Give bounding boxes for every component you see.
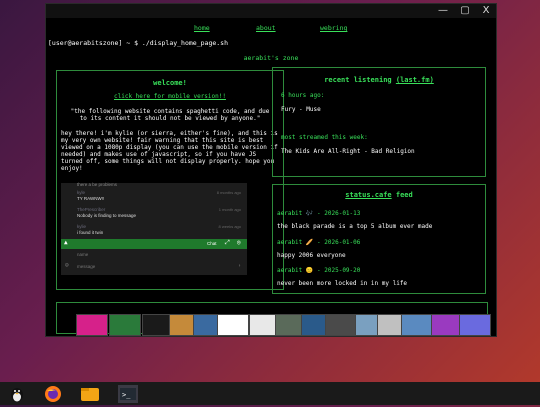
chat-time: 8 weeks ago	[218, 224, 241, 229]
status-cafe-link[interactable]: status.cafe	[345, 191, 391, 199]
send-icon[interactable]: ›	[238, 263, 241, 269]
welcome-panel: welcome! click here for mobile version!!…	[56, 70, 284, 290]
top-nav: home about webring	[46, 24, 496, 36]
status-emoji: 🎶	[305, 210, 314, 217]
expand-icon[interactable]: ⤢	[225, 239, 230, 247]
maximize-button[interactable]: ▢	[458, 5, 472, 17]
current-track: Fury - Muse	[281, 106, 321, 113]
status-date: - 2026-01-06	[317, 239, 361, 246]
badge-strip	[56, 302, 491, 336]
terminal-icon[interactable]: >_	[118, 385, 138, 403]
title-bar: — ▢ X	[46, 4, 496, 18]
chat-time: 1 month ago	[218, 207, 241, 212]
chat-name: kyle	[77, 190, 86, 195]
status-emoji: 🥖	[305, 239, 314, 246]
nav-webring-link[interactable]: webring	[320, 24, 347, 32]
status-feed-heading: feed	[391, 191, 413, 199]
intro-text: hey there! i'm kylie (or sierra, either'…	[61, 130, 278, 172]
recent-listening-panel: recent listening (last.fm) 6 hours ago: …	[272, 67, 486, 177]
chat-name-input[interactable]: name	[69, 251, 239, 260]
most-streamed-label: most streamed this week:	[281, 134, 368, 141]
badge-image[interactable]	[109, 314, 141, 336]
nav-home-link[interactable]: home	[194, 24, 210, 32]
status-entry: aerabit 🥖 - 2026-01-06	[277, 239, 360, 246]
status-text: never been more locked in in my life	[277, 280, 408, 287]
chat-name: ThePrescriber	[77, 207, 106, 212]
status-date: - 2025-09-20	[317, 267, 361, 274]
badge-image[interactable]	[401, 314, 433, 336]
warning-text: "the following website contains spaghett…	[70, 108, 270, 122]
chat-message: there a be problems	[77, 182, 118, 187]
firefox-icon[interactable]	[44, 385, 62, 403]
badge-image[interactable]	[459, 314, 491, 336]
badge-image[interactable]	[76, 314, 108, 336]
status-user: aerabit	[277, 239, 303, 246]
site-title: aerabit's zone	[243, 54, 299, 62]
lastfm-link[interactable]: (last.fm)	[396, 76, 434, 84]
settings-icon[interactable]: ◎	[237, 239, 241, 246]
status-entry: aerabit 🎶 - 2026-01-13	[277, 210, 360, 217]
welcome-heading: welcome!	[153, 79, 187, 87]
chat-message: Nobody is finding to message	[77, 213, 137, 218]
linux-icon[interactable]	[8, 385, 26, 403]
status-user: aerabit	[277, 210, 303, 217]
status-entry: aerabit 😑 - 2025-09-20	[277, 267, 360, 274]
chat-bar-label[interactable]: Chat	[207, 241, 217, 246]
smiley-icon[interactable]: ☺	[65, 262, 69, 269]
chat-toolbar: ▲ Chat ⤢ ◎	[61, 239, 247, 249]
status-feed-panel: status.cafe feed aerabit 🎶 - 2026-01-13 …	[272, 184, 486, 294]
chat-message-input[interactable]: ☺ message ›	[61, 262, 247, 272]
nav-about-link[interactable]: about	[256, 24, 276, 32]
chat-message: i found it twin	[77, 230, 104, 235]
chat-user-icon[interactable]: ▲	[64, 239, 68, 246]
chat-name: kylie	[77, 224, 87, 229]
status-emoji: 😑	[305, 267, 314, 274]
taskbar: >_	[0, 382, 540, 405]
chat-widget: there a be problems kyle 8 months ago TY…	[61, 182, 247, 275]
minimize-button[interactable]: —	[436, 5, 450, 17]
most-streamed-track: The Kids Are All-Right - Bad Religion	[281, 148, 415, 155]
status-text: the black parade is a top 5 album ever m…	[277, 223, 433, 230]
files-icon[interactable]	[80, 385, 99, 403]
terminal-command: [user@aerabitszone] ~ $ ./display_home_p…	[48, 39, 229, 47]
badge-image[interactable]	[217, 314, 249, 336]
chat-message: TY RAWNW!!	[77, 196, 105, 201]
close-button[interactable]: X	[479, 5, 493, 17]
browser-window: — ▢ X home about webring [user@aerabitsz…	[45, 3, 497, 337]
mobile-version-link[interactable]: click here for mobile version!!	[114, 93, 226, 100]
status-user: aerabit	[277, 267, 303, 274]
badge-image[interactable]	[325, 314, 357, 336]
status-text: happy 2006 everyone	[277, 252, 346, 259]
status-date: - 2026-01-13	[317, 210, 361, 217]
time-ago: 6 hours ago:	[281, 92, 325, 99]
chat-time: 8 months ago	[216, 190, 241, 195]
svg-text:>_: >_	[122, 391, 131, 399]
recent-listening-heading: recent listening	[324, 76, 392, 84]
